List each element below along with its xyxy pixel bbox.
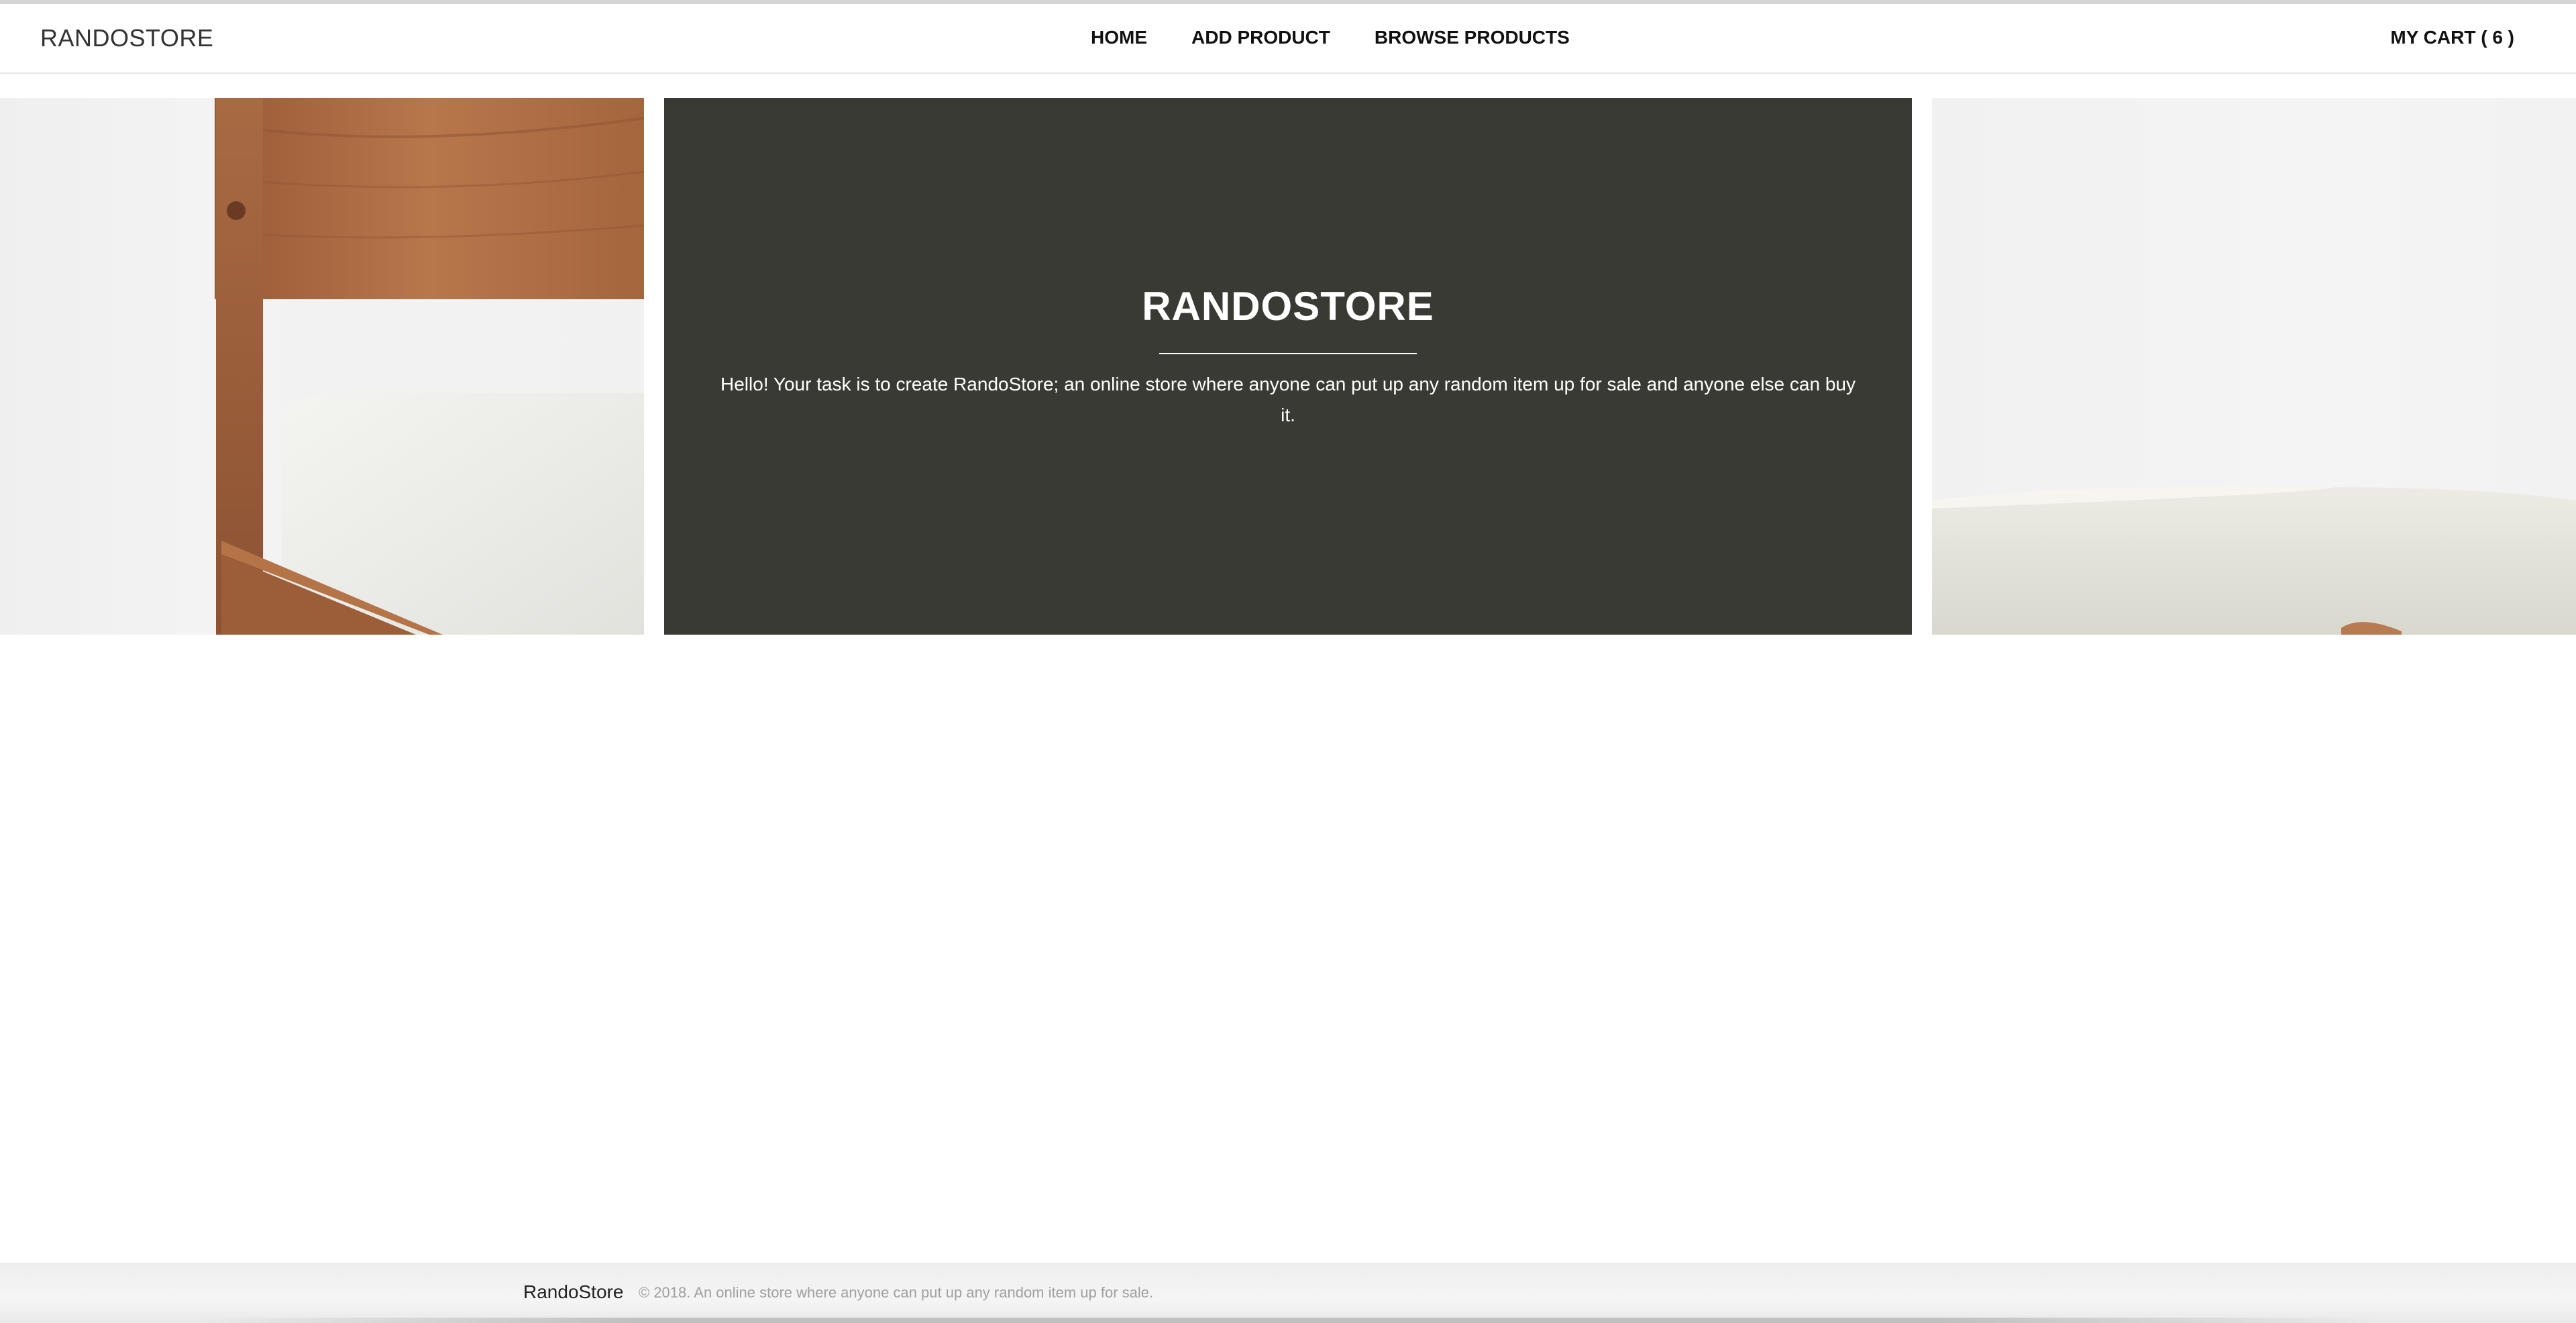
nav-add-product[interactable]: ADD PRODUCT (1191, 27, 1330, 48)
nav-home[interactable]: HOME (1091, 27, 1147, 48)
nav-browse-products[interactable]: BROWSE PRODUCTS (1375, 27, 1570, 48)
footer-copyright: © 2018. An online store where anyone can… (639, 1284, 1154, 1301)
carousel-slide-left[interactable] (0, 98, 644, 635)
footer: RandoStore © 2018. An online store where… (0, 1263, 2576, 1323)
mattress-image (1932, 486, 2576, 635)
bed-frame-image (215, 98, 644, 635)
hero-title: RANDOSTORE (1142, 284, 1434, 329)
main-nav: HOME ADD PRODUCT BROWSE PRODUCTS (1091, 27, 1614, 48)
footer-brand[interactable]: RandoStore (523, 1281, 623, 1303)
carousel-slide-right[interactable] (1932, 98, 2576, 635)
hero-description: Hello! Your task is to create RandoStore… (720, 374, 1856, 425)
brand-logo[interactable]: RANDOSTORE (40, 24, 213, 52)
footer-shadow (201, 1318, 2375, 1323)
carousel-slide-active[interactable]: RANDOSTORE Hello! Your task is to create… (664, 98, 1912, 635)
hero-divider (1159, 353, 1417, 354)
cart-link[interactable]: MY CART ( 6 ) (2390, 27, 2514, 48)
navbar: RANDOSTORE HOME ADD PRODUCT BROWSE PRODU… (0, 4, 2576, 74)
hero-carousel: RANDOSTORE Hello! Your task is to create… (0, 98, 2576, 635)
